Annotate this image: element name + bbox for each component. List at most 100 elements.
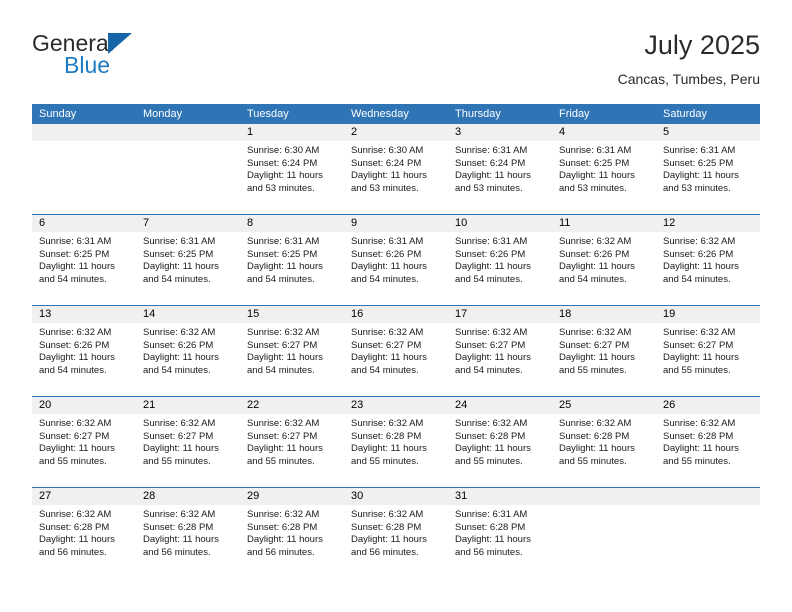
weekday-header-row: Sunday Monday Tuesday Wednesday Thursday… bbox=[32, 104, 760, 124]
sunrise-text: Sunrise: 6:31 AM bbox=[351, 236, 424, 247]
weekday-header-tuesday: Tuesday bbox=[247, 108, 289, 120]
day-number: 5 bbox=[656, 124, 760, 141]
sunrise-text: Sunrise: 6:32 AM bbox=[247, 327, 320, 338]
sunset-text: Sunset: 6:28 PM bbox=[39, 521, 110, 533]
daylight-text: Daylight: 11 hours and 56 minutes. bbox=[247, 534, 323, 558]
calendar-day-cell[interactable]: 12 Sunrise: 6:32 AM Sunset: 6:26 PM Dayligh… bbox=[656, 215, 760, 305]
calendar-day-cell[interactable]: 29 Sunrise: 6:32 AM Sunset: 6:28 PM Dayligh… bbox=[240, 488, 344, 578]
day-info: Sunrise: 6:32 AM Sunset: 6:27 PM Daylight:… bbox=[240, 323, 344, 377]
calendar-day-cell[interactable]: 6 Sunrise: 6:31 AM Sunset: 6:25 PM Daylight… bbox=[32, 215, 136, 305]
day-info: Sunrise: 6:32 AM Sunset: 6:28 PM Daylight:… bbox=[344, 505, 448, 559]
day-info: Sunrise: 6:31 AM Sunset: 6:25 PM Daylight:… bbox=[552, 141, 656, 195]
sunset-text: Sunset: 6:27 PM bbox=[559, 339, 630, 351]
daylight-text: Daylight: 11 hours and 53 minutes. bbox=[559, 170, 635, 194]
day-number bbox=[656, 488, 760, 505]
calendar-day-cell[interactable]: 18 Sunrise: 6:32 AM Sunset: 6:27 PM Dayligh… bbox=[552, 306, 656, 396]
calendar-day-cell[interactable]: 1 Sunrise: 6:30 AM Sunset: 6:24 PM Daylight… bbox=[240, 124, 344, 214]
weekday-header-friday: Friday bbox=[559, 108, 590, 120]
sunrise-text: Sunrise: 6:32 AM bbox=[39, 418, 112, 429]
calendar-day-cell[interactable]: 8 Sunrise: 6:31 AM Sunset: 6:25 PM Daylight… bbox=[240, 215, 344, 305]
daylight-text: Daylight: 11 hours and 54 minutes. bbox=[455, 352, 531, 376]
calendar-day-cell[interactable]: 25 Sunrise: 6:32 AM Sunset: 6:28 PM Dayligh… bbox=[552, 397, 656, 487]
sunset-text: Sunset: 6:26 PM bbox=[455, 248, 526, 260]
day-number bbox=[32, 124, 136, 141]
sunset-text: Sunset: 6:27 PM bbox=[39, 430, 110, 442]
sunrise-text: Sunrise: 6:31 AM bbox=[143, 236, 216, 247]
sunrise-text: Sunrise: 6:31 AM bbox=[663, 145, 736, 156]
day-number: 3 bbox=[448, 124, 552, 141]
day-number: 13 bbox=[32, 306, 136, 323]
day-info: Sunrise: 6:30 AM Sunset: 6:24 PM Daylight:… bbox=[344, 141, 448, 195]
calendar-day-cell[interactable]: 13 Sunrise: 6:32 AM Sunset: 6:26 PM Dayligh… bbox=[32, 306, 136, 396]
sunset-text: Sunset: 6:28 PM bbox=[663, 430, 734, 442]
day-info: Sunrise: 6:32 AM Sunset: 6:26 PM Daylight:… bbox=[32, 323, 136, 377]
day-info: Sunrise: 6:31 AM Sunset: 6:25 PM Daylight:… bbox=[136, 232, 240, 286]
calendar-day-cell[interactable]: 14 Sunrise: 6:32 AM Sunset: 6:26 PM Dayligh… bbox=[136, 306, 240, 396]
calendar-week-row: 27 Sunrise: 6:32 AM Sunset: 6:28 PM Dayligh… bbox=[32, 487, 760, 578]
calendar-day-cell[interactable]: 26 Sunrise: 6:32 AM Sunset: 6:28 PM Dayligh… bbox=[656, 397, 760, 487]
day-info: Sunrise: 6:31 AM Sunset: 6:28 PM Daylight:… bbox=[448, 505, 552, 559]
day-number: 6 bbox=[32, 215, 136, 232]
daylight-text: Daylight: 11 hours and 56 minutes. bbox=[39, 534, 115, 558]
calendar-day-cell[interactable]: 15 Sunrise: 6:32 AM Sunset: 6:27 PM Dayligh… bbox=[240, 306, 344, 396]
daylight-text: Daylight: 11 hours and 54 minutes. bbox=[143, 352, 219, 376]
sunrise-text: Sunrise: 6:31 AM bbox=[559, 145, 632, 156]
day-info: Sunrise: 6:30 AM Sunset: 6:24 PM Daylight:… bbox=[240, 141, 344, 195]
weekday-header-saturday: Saturday bbox=[663, 108, 708, 120]
day-number: 28 bbox=[136, 488, 240, 505]
calendar-day-cell[interactable]: 22 Sunrise: 6:32 AM Sunset: 6:27 PM Dayligh… bbox=[240, 397, 344, 487]
calendar-day-cell[interactable]: 19 Sunrise: 6:32 AM Sunset: 6:27 PM Dayligh… bbox=[656, 306, 760, 396]
logo-triangle-icon bbox=[108, 33, 132, 54]
day-info: Sunrise: 6:32 AM Sunset: 6:28 PM Daylight:… bbox=[656, 414, 760, 468]
sunrise-text: Sunrise: 6:32 AM bbox=[559, 418, 632, 429]
day-number: 21 bbox=[136, 397, 240, 414]
sunrise-text: Sunrise: 6:32 AM bbox=[663, 418, 736, 429]
calendar-day-cell[interactable]: 17 Sunrise: 6:32 AM Sunset: 6:27 PM Dayligh… bbox=[448, 306, 552, 396]
calendar-day-cell[interactable]: 2 Sunrise: 6:30 AM Sunset: 6:24 PM Daylight… bbox=[344, 124, 448, 214]
daylight-text: Daylight: 11 hours and 54 minutes. bbox=[247, 261, 323, 285]
page-title: July 2025 bbox=[644, 30, 760, 60]
sunrise-text: Sunrise: 6:32 AM bbox=[39, 509, 112, 520]
calendar-day-cell[interactable]: 7 Sunrise: 6:31 AM Sunset: 6:25 PM Daylight… bbox=[136, 215, 240, 305]
calendar-day-cell[interactable]: 4 Sunrise: 6:31 AM Sunset: 6:25 PM Daylight… bbox=[552, 124, 656, 214]
sunrise-text: Sunrise: 6:31 AM bbox=[455, 145, 528, 156]
day-number: 31 bbox=[448, 488, 552, 505]
calendar-day-cell[interactable]: 5 Sunrise: 6:31 AM Sunset: 6:25 PM Daylight… bbox=[656, 124, 760, 214]
calendar-day-cell[interactable]: 3 Sunrise: 6:31 AM Sunset: 6:24 PM Daylight… bbox=[448, 124, 552, 214]
day-info: Sunrise: 6:32 AM Sunset: 6:28 PM Daylight:… bbox=[344, 414, 448, 468]
sunrise-text: Sunrise: 6:31 AM bbox=[247, 236, 320, 247]
calendar-day-cell[interactable]: 23 Sunrise: 6:32 AM Sunset: 6:28 PM Dayligh… bbox=[344, 397, 448, 487]
calendar-week-row: 20 Sunrise: 6:32 AM Sunset: 6:27 PM Dayligh… bbox=[32, 396, 760, 487]
title-block: July 2025 Cancas, Tumbes, Peru bbox=[618, 28, 760, 90]
calendar-day-cell[interactable]: 20 Sunrise: 6:32 AM Sunset: 6:27 PM Dayligh… bbox=[32, 397, 136, 487]
sunrise-text: Sunrise: 6:32 AM bbox=[247, 509, 320, 520]
sunset-text: Sunset: 6:28 PM bbox=[351, 430, 422, 442]
daylight-text: Daylight: 11 hours and 54 minutes. bbox=[559, 261, 635, 285]
day-info: Sunrise: 6:31 AM Sunset: 6:25 PM Daylight:… bbox=[32, 232, 136, 286]
calendar-day-cell[interactable]: 16 Sunrise: 6:32 AM Sunset: 6:27 PM Dayligh… bbox=[344, 306, 448, 396]
calendar-day-cell[interactable]: 28 Sunrise: 6:32 AM Sunset: 6:28 PM Dayligh… bbox=[136, 488, 240, 578]
day-number: 7 bbox=[136, 215, 240, 232]
calendar-week-row: 13 Sunrise: 6:32 AM Sunset: 6:26 PM Dayligh… bbox=[32, 305, 760, 396]
sunrise-text: Sunrise: 6:30 AM bbox=[351, 145, 424, 156]
calendar-day-cell[interactable]: 27 Sunrise: 6:32 AM Sunset: 6:28 PM Dayligh… bbox=[32, 488, 136, 578]
calendar-day-cell[interactable]: 11 Sunrise: 6:32 AM Sunset: 6:26 PM Dayligh… bbox=[552, 215, 656, 305]
calendar-day-cell[interactable]: 9 Sunrise: 6:31 AM Sunset: 6:26 PM Daylight… bbox=[344, 215, 448, 305]
day-number bbox=[552, 488, 656, 505]
daylight-text: Daylight: 11 hours and 55 minutes. bbox=[351, 443, 427, 467]
day-info: Sunrise: 6:32 AM Sunset: 6:28 PM Daylight:… bbox=[240, 505, 344, 559]
calendar-day-cell[interactable]: 31 Sunrise: 6:31 AM Sunset: 6:28 PM Dayligh… bbox=[448, 488, 552, 578]
calendar-grid: Sunday Monday Tuesday Wednesday Thursday… bbox=[32, 104, 760, 578]
day-number: 14 bbox=[136, 306, 240, 323]
calendar-day-cell[interactable]: 10 Sunrise: 6:31 AM Sunset: 6:26 PM Dayligh… bbox=[448, 215, 552, 305]
sunset-text: Sunset: 6:25 PM bbox=[247, 248, 318, 260]
day-number: 24 bbox=[448, 397, 552, 414]
calendar-day-cell[interactable]: 30 Sunrise: 6:32 AM Sunset: 6:28 PM Dayligh… bbox=[344, 488, 448, 578]
calendar-day-cell-empty bbox=[552, 488, 656, 578]
daylight-text: Daylight: 11 hours and 54 minutes. bbox=[39, 352, 115, 376]
calendar-day-cell[interactable]: 24 Sunrise: 6:32 AM Sunset: 6:28 PM Dayligh… bbox=[448, 397, 552, 487]
calendar-day-cell[interactable]: 21 Sunrise: 6:32 AM Sunset: 6:27 PM Dayligh… bbox=[136, 397, 240, 487]
sunset-text: Sunset: 6:27 PM bbox=[247, 339, 318, 351]
sunset-text: Sunset: 6:25 PM bbox=[663, 157, 734, 169]
sunrise-text: Sunrise: 6:32 AM bbox=[663, 236, 736, 247]
